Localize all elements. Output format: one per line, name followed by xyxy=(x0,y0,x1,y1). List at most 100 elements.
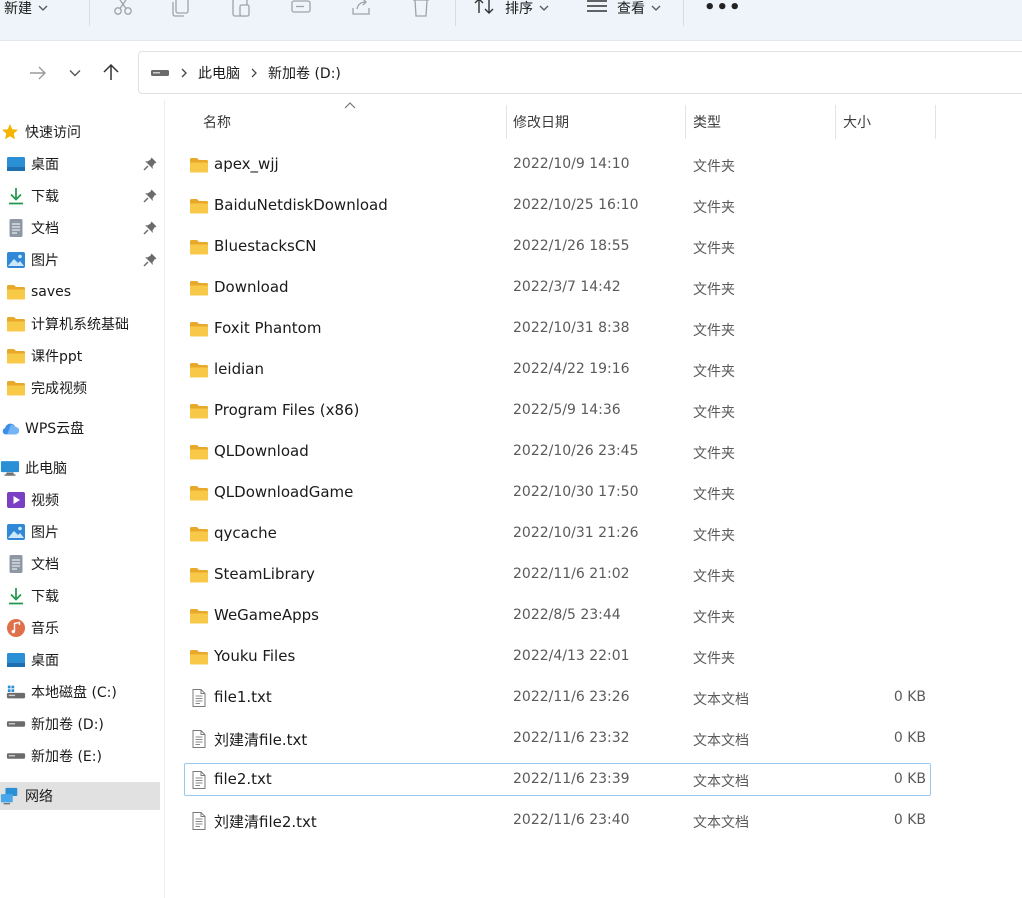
copy-icon[interactable] xyxy=(170,0,192,18)
sidebar-item[interactable]: WPS云盘 xyxy=(0,414,160,442)
sidebar-item[interactable]: 网络 xyxy=(0,782,160,810)
file-type: 文件夹 xyxy=(693,446,735,462)
file-row[interactable]: Download 2022/3/7 14:42 文件夹 xyxy=(184,271,931,304)
file-type: 文件夹 xyxy=(693,528,735,544)
folder-icon xyxy=(189,647,209,667)
sidebar-item[interactable]: 快速访问 xyxy=(0,118,160,146)
folder-icon xyxy=(189,155,209,175)
breadcrumb-this-pc[interactable]: 此电脑 xyxy=(198,63,240,83)
file-row[interactable]: leidian 2022/4/22 19:16 文件夹 xyxy=(184,353,931,386)
file-date: 2022/11/6 23:40 xyxy=(513,812,630,828)
file-row[interactable]: QLDownload 2022/10/26 23:45 文件夹 xyxy=(184,435,931,468)
column-name-label: 名称 xyxy=(203,115,231,131)
file-row[interactable]: BaiduNetdiskDownload 2022/10/25 16:10 文件夹 xyxy=(184,189,931,222)
text-file-icon xyxy=(189,688,209,708)
sidebar-item-label: 桌面 xyxy=(31,157,59,173)
column-divider[interactable] xyxy=(935,105,936,139)
file-row[interactable]: 刘建清file.txt 2022/11/6 23:32 文本文档 0 KB xyxy=(184,722,931,755)
share-icon[interactable] xyxy=(350,0,372,18)
column-size-label: 大小 xyxy=(843,115,871,131)
sidebar-item[interactable]: 新加卷 (E:) xyxy=(0,742,166,770)
sidebar-item[interactable]: 完成视频 xyxy=(0,374,166,402)
sidebar-item[interactable]: 音乐 xyxy=(0,614,166,642)
sidebar-item[interactable]: 图片 xyxy=(0,518,166,546)
breadcrumb-current-drive[interactable]: 新加卷 (D:) xyxy=(268,63,341,83)
pin-icon[interactable] xyxy=(142,188,158,204)
sidebar-item[interactable]: 桌面 xyxy=(0,150,166,178)
file-row[interactable]: 刘建清file2.txt 2022/11/6 23:40 文本文档 0 KB xyxy=(184,804,931,837)
computer-icon xyxy=(0,458,20,478)
sidebar-item[interactable]: 图片 xyxy=(0,246,166,274)
pin-icon[interactable] xyxy=(142,220,158,236)
sidebar-item[interactable]: 计算机系统基础 xyxy=(0,310,166,338)
download-icon xyxy=(6,586,26,606)
file-row[interactable]: Foxit Phantom 2022/10/31 8:38 文件夹 xyxy=(184,312,931,345)
file-row[interactable]: SteamLibrary 2022/11/6 21:02 文件夹 xyxy=(184,558,931,591)
file-row[interactable]: file1.txt 2022/11/6 23:26 文本文档 0 KB xyxy=(184,681,931,714)
up-button[interactable] xyxy=(99,60,123,84)
view-label: 查看 xyxy=(617,1,645,17)
sidebar-item-label: 文档 xyxy=(31,557,59,573)
file-type: 文件夹 xyxy=(693,487,735,503)
sort-button[interactable]: 排序 xyxy=(474,0,549,17)
file-name: QLDownload xyxy=(214,442,309,460)
address-bar[interactable]: 此电脑 新加卷 (D:) xyxy=(138,51,1022,94)
sidebar-item[interactable]: 桌面 xyxy=(0,646,166,674)
file-row[interactable]: Program Files (x86) 2022/5/9 14:36 文件夹 xyxy=(184,394,931,427)
desktop-icon xyxy=(6,650,26,670)
pin-icon[interactable] xyxy=(142,252,158,268)
file-type: 文件夹 xyxy=(693,323,735,339)
text-file-icon xyxy=(189,729,209,749)
file-row[interactable]: QLDownloadGame 2022/10/30 17:50 文件夹 xyxy=(184,476,931,509)
sidebar-item[interactable]: saves xyxy=(0,278,166,306)
delete-icon[interactable] xyxy=(410,0,432,18)
sidebar-item[interactable]: 文档 xyxy=(0,214,166,242)
folder-icon xyxy=(189,606,209,626)
file-type: 文件夹 xyxy=(693,405,735,421)
toolbar-divider xyxy=(455,0,456,26)
file-name: file2.txt xyxy=(214,770,272,788)
file-date: 2022/4/13 22:01 xyxy=(513,648,630,664)
file-type: 文本文档 xyxy=(693,692,749,708)
column-type-label: 类型 xyxy=(693,115,721,131)
file-row[interactable]: Youku Files 2022/4/13 22:01 文件夹 xyxy=(184,640,931,673)
file-type: 文件夹 xyxy=(693,364,735,380)
sidebar-item[interactable]: 下载 xyxy=(0,582,166,610)
folder-icon xyxy=(189,360,209,380)
sidebar-item[interactable]: 下载 xyxy=(0,182,166,210)
file-row[interactable]: apex_wjj 2022/10/9 14:10 文件夹 xyxy=(184,148,931,181)
sidebar-item-label: 完成视频 xyxy=(31,381,87,397)
cut-icon[interactable] xyxy=(112,0,134,18)
sidebar-item[interactable]: 视频 xyxy=(0,486,166,514)
file-row[interactable]: WeGameApps 2022/8/5 23:44 文件夹 xyxy=(184,599,931,632)
sort-ascending-icon xyxy=(344,102,356,109)
sidebar-item[interactable]: 此电脑 xyxy=(0,454,160,482)
new-button[interactable]: 新建 xyxy=(4,0,48,17)
sidebar-item-label: 此电脑 xyxy=(25,461,67,477)
navigation-pane: 快速访问 桌面 下载 文档 图片 saves 计算机系统基础 课件ppt 完成视频 WPS云盘 此电… xyxy=(0,100,165,898)
sidebar-item-label: 网络 xyxy=(25,789,53,805)
sidebar-item-label: 本地磁盘 (C:) xyxy=(31,685,117,701)
sidebar-item[interactable]: 课件ppt xyxy=(0,342,166,370)
file-name: BaiduNetdiskDownload xyxy=(214,196,388,214)
view-button[interactable]: 查看 xyxy=(586,0,661,17)
video-icon xyxy=(6,490,26,510)
recent-locations-button[interactable] xyxy=(63,61,87,85)
column-header-size[interactable]: 大小 xyxy=(836,103,935,141)
file-row[interactable]: file2.txt 2022/11/6 23:39 文本文档 0 KB xyxy=(184,763,931,796)
chevron-right-icon xyxy=(246,65,262,81)
chevron-right-icon xyxy=(176,65,192,81)
rename-icon[interactable] xyxy=(290,0,312,18)
paste-icon[interactable] xyxy=(230,0,252,18)
file-row[interactable]: BluestacksCN 2022/1/26 18:55 文件夹 xyxy=(184,230,931,263)
forward-button[interactable] xyxy=(26,61,50,85)
column-header-type[interactable]: 类型 xyxy=(686,103,835,141)
more-options-button[interactable]: ••• xyxy=(704,0,742,18)
sidebar-item[interactable]: 文档 xyxy=(0,550,166,578)
column-header-date[interactable]: 修改日期 xyxy=(507,103,685,141)
file-row[interactable]: qycache 2022/10/31 21:26 文件夹 xyxy=(184,517,931,550)
sidebar-item[interactable]: 本地磁盘 (C:) xyxy=(0,678,166,706)
sidebar-item[interactable]: 新加卷 (D:) xyxy=(0,710,166,738)
pin-icon[interactable] xyxy=(142,156,158,172)
folder-icon xyxy=(189,278,209,298)
